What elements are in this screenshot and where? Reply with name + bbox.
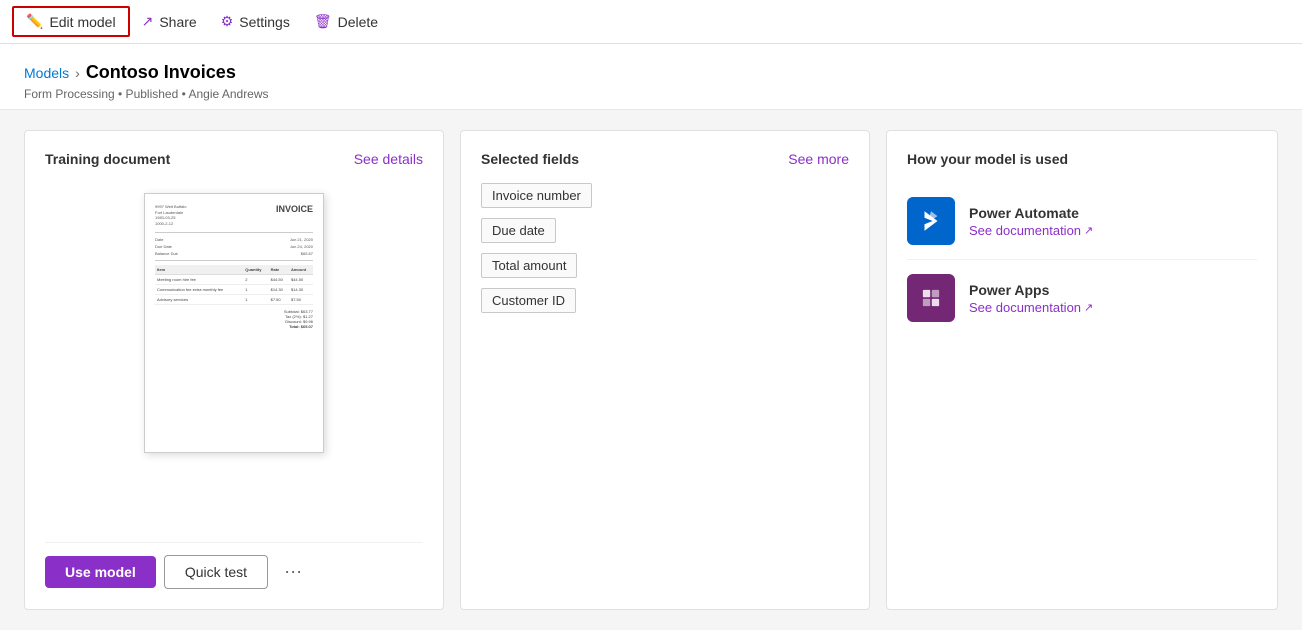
field-customer-id: Customer ID <box>481 288 576 313</box>
document-preview: 9997 Welt BuffaloFort Lauderdale1983-03-… <box>45 183 423 526</box>
page-title: Contoso Invoices <box>86 62 236 83</box>
power-apps-icon <box>907 274 955 322</box>
quick-test-button[interactable]: Quick test <box>164 555 268 589</box>
training-document-card: Training document See details 9997 Welt … <box>24 130 444 610</box>
invoice-totals: Subtotal: $63.77 Tax (2%): $1.27 Discoun… <box>155 309 313 329</box>
share-label: Share <box>159 14 196 30</box>
power-apps-docs-link[interactable]: See documentation ↗ <box>969 300 1093 315</box>
external-link-icon-2: ↗ <box>1084 301 1093 314</box>
power-apps-info: Power Apps See documentation ↗ <box>969 282 1093 315</box>
training-card-header: Training document See details <box>45 151 423 167</box>
more-options-button[interactable]: ⋯ <box>276 558 310 587</box>
invoice-table: ItemQuantityRateAmount Meeting room hire… <box>155 265 313 305</box>
see-more-link[interactable]: See more <box>788 151 849 167</box>
power-automate-docs-link[interactable]: See documentation ↗ <box>969 223 1093 238</box>
share-button[interactable]: ↗ Share <box>130 8 209 35</box>
breadcrumb: Models › Contoso Invoices <box>24 62 1278 83</box>
delete-label: Delete <box>338 14 378 30</box>
power-apps-link-label: See documentation <box>969 300 1081 315</box>
field-due-date: Due date <box>481 218 556 243</box>
power-apps-name: Power Apps <box>969 282 1093 298</box>
settings-button[interactable]: ⚙ Settings <box>209 8 302 35</box>
power-automate-info: Power Automate See documentation ↗ <box>969 205 1093 238</box>
delete-button[interactable]: 🗑 Delete <box>302 8 390 35</box>
models-link[interactable]: Models <box>24 65 69 81</box>
main-content: Training document See details 9997 Welt … <box>0 110 1302 630</box>
field-total-amount: Total amount <box>481 253 577 278</box>
model-usage-card: How your model is used Power Automate Se… <box>886 130 1278 610</box>
settings-label: Settings <box>239 14 290 30</box>
training-card-footer: Use model Quick test ⋯ <box>45 542 423 589</box>
see-details-link[interactable]: See details <box>354 151 423 167</box>
selected-fields-card: Selected fields See more Invoice number … <box>460 130 870 610</box>
invoice-title: INVOICE <box>276 204 313 226</box>
power-apps-item: Power Apps See documentation ↗ <box>907 260 1257 336</box>
toolbar: ✏️ Edit model ↗ Share ⚙ Settings 🗑 Delet… <box>0 0 1302 44</box>
external-link-icon: ↗ <box>1084 224 1093 237</box>
fields-list: Invoice number Due date Total amount Cus… <box>481 183 849 323</box>
delete-icon: 🗑 <box>314 13 332 30</box>
edit-model-button[interactable]: ✏️ Edit model <box>12 6 130 37</box>
fields-card-header: Selected fields See more <box>481 151 849 167</box>
usage-card-title: How your model is used <box>907 151 1068 167</box>
share-icon: ↗ <box>142 13 154 30</box>
use-model-button[interactable]: Use model <box>45 556 156 588</box>
invoice-document: 9997 Welt BuffaloFort Lauderdale1983-03-… <box>144 193 324 453</box>
invoice-address: 9997 Welt BuffaloFort Lauderdale1983-03-… <box>155 204 186 226</box>
breadcrumb-sub: Form Processing • Published • Angie Andr… <box>24 87 1278 101</box>
training-card-title: Training document <box>45 151 170 167</box>
usage-card-header: How your model is used <box>907 151 1257 167</box>
power-automate-item: Power Automate See documentation ↗ <box>907 183 1257 260</box>
settings-icon: ⚙ <box>221 13 234 30</box>
edit-model-label: Edit model <box>49 14 115 30</box>
power-automate-name: Power Automate <box>969 205 1093 221</box>
edit-icon: ✏️ <box>26 13 43 30</box>
power-automate-icon <box>907 197 955 245</box>
fields-card-title: Selected fields <box>481 151 579 167</box>
breadcrumb-separator: › <box>75 65 80 81</box>
field-invoice-number: Invoice number <box>481 183 592 208</box>
power-automate-link-label: See documentation <box>969 223 1081 238</box>
invoice-details: DateJun 21, 2020 Due DateJun 24, 2020 Ba… <box>155 237 313 256</box>
breadcrumb-area: Models › Contoso Invoices Form Processin… <box>0 44 1302 110</box>
